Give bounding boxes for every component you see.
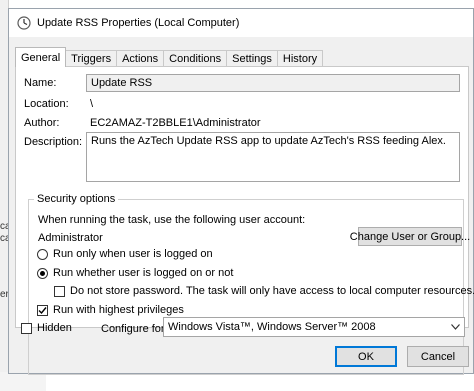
tab-general[interactable]: General	[15, 47, 67, 67]
tab-label: Actions	[122, 53, 159, 65]
hidden-label: Hidden	[37, 322, 72, 334]
highest-privileges-checkbox[interactable]	[37, 305, 48, 316]
author-value: EC2AMAZ-T2BBLE1\Administrator	[90, 117, 261, 129]
clock-icon	[17, 16, 31, 30]
user-account-value: Administrator	[38, 232, 103, 244]
ok-button[interactable]: OK	[335, 346, 397, 367]
no-store-password-label: Do not store password. The task will onl…	[70, 285, 474, 297]
configure-for-value: Windows Vista™, Windows Server™ 2008	[168, 321, 376, 333]
tab-actions[interactable]: Actions	[116, 50, 165, 67]
author-label: Author:	[24, 117, 60, 129]
tab-history[interactable]: History	[276, 50, 324, 67]
radio-selected-dot	[40, 271, 45, 276]
tab-label: Triggers	[71, 53, 112, 65]
tab-label: Settings	[232, 53, 272, 65]
location-label: Location:	[24, 98, 69, 110]
tab-settings[interactable]: Settings	[226, 50, 278, 67]
run-whether-radio[interactable]	[37, 268, 48, 279]
tab-label: Conditions	[169, 53, 222, 65]
configure-label: Configure for:	[101, 323, 168, 335]
no-store-password-checkbox[interactable]	[54, 286, 65, 297]
general-panel: Name: Update RSS Location: \ Author: EC2…	[15, 66, 474, 375]
account-prompt: When running the task, use the following…	[38, 214, 306, 226]
checkmark-icon	[38, 307, 47, 315]
highest-privileges-label: Run with highest privileges	[53, 304, 184, 316]
change-user-button[interactable]: Change User or Group...	[350, 227, 470, 246]
dialog-title: Update RSS Properties (Local Computer)	[37, 17, 240, 29]
tab-label: History	[282, 53, 318, 65]
tab-strip: General Triggers Actions Conditions Sett…	[15, 45, 324, 67]
cancel-button[interactable]: Cancel	[407, 346, 469, 367]
tab-conditions[interactable]: Conditions	[163, 50, 228, 67]
run-logged-on-label: Run only when user is logged on	[53, 248, 213, 260]
configure-for-select[interactable]: Windows Vista™, Windows Server™ 2008	[163, 317, 465, 337]
tab-triggers[interactable]: Triggers	[65, 50, 118, 67]
run-logged-on-radio[interactable]	[37, 249, 48, 260]
hidden-checkbox[interactable]	[21, 323, 32, 334]
location-value: \	[90, 98, 94, 110]
title-bar[interactable]: Update RSS Properties (Local Computer)	[9, 9, 473, 37]
properties-dialog: Update RSS Properties (Local Computer) G…	[8, 8, 474, 375]
description-field[interactable]: Runs the AzTech Update RSS app to update…	[86, 132, 460, 182]
name-field[interactable]: Update RSS	[86, 74, 460, 92]
tab-label: General	[21, 51, 61, 64]
chevron-down-icon	[451, 324, 460, 330]
description-label: Description:	[24, 136, 83, 148]
name-label: Name:	[24, 77, 57, 89]
security-options-legend: Security options	[34, 193, 119, 205]
run-whether-label: Run whether user is logged on or not	[53, 267, 234, 279]
